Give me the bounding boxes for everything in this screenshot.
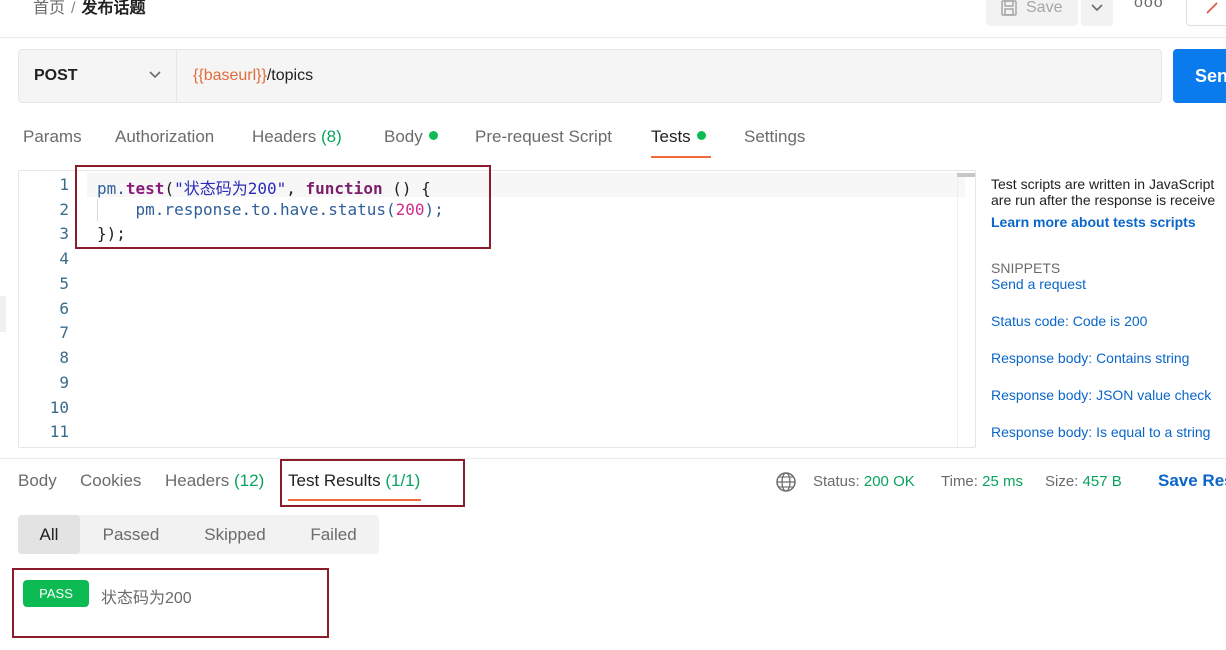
- method-select[interactable]: POST: [19, 50, 177, 102]
- line-number: 11: [49, 422, 69, 441]
- more-icon[interactable]: ooo: [1134, 0, 1164, 12]
- response-status[interactable]: Status: 200 OK: [813, 473, 915, 490]
- tab-params[interactable]: Params: [23, 127, 82, 147]
- tab-count: (12): [234, 471, 265, 490]
- edit-button[interactable]: [1186, 0, 1226, 26]
- tests-help-panel: Test scripts are written in JavaScript a…: [991, 176, 1226, 440]
- snippet-contains-string[interactable]: Response body: Contains string: [991, 350, 1226, 366]
- snippets-heading: SNIPPETS: [991, 260, 1061, 276]
- status-label: Status:: [813, 473, 860, 490]
- line-number: 1: [59, 175, 69, 194]
- url-variable: {{baseurl}}: [193, 67, 267, 84]
- breadcrumb-separator: /: [71, 0, 76, 17]
- breadcrumb-parent[interactable]: 首页: [33, 0, 65, 17]
- tab-label: Body: [18, 471, 57, 490]
- tab-label: Settings: [744, 127, 806, 146]
- tab-label: Headers: [165, 471, 230, 490]
- response-size[interactable]: Size: 457 B: [1045, 473, 1122, 490]
- save-response-button[interactable]: Save Res: [1158, 471, 1226, 491]
- help-description-2: are run after the response is receive: [991, 192, 1216, 208]
- snippet-send-request[interactable]: Send a request: [991, 276, 1226, 292]
- tab-label: Headers: [252, 127, 317, 146]
- filter-failed[interactable]: Failed: [288, 515, 379, 554]
- tab-body[interactable]: Body: [384, 127, 438, 147]
- response-time[interactable]: Time: 25 ms: [941, 473, 1023, 490]
- response-tab-headers[interactable]: Headers (12): [165, 471, 264, 491]
- tab-tests[interactable]: Tests: [651, 127, 706, 147]
- line-number: 10: [49, 398, 69, 417]
- url-input[interactable]: {{baseurl}}/topics: [193, 67, 313, 85]
- editor-scrollbar-track[interactable]: [957, 171, 958, 447]
- chevron-down-icon: [1091, 4, 1103, 12]
- save-icon: [1001, 0, 1017, 16]
- modified-dot: [696, 131, 706, 140]
- response-tab-body[interactable]: Body: [18, 471, 57, 491]
- response-tab-cookies[interactable]: Cookies: [80, 471, 141, 491]
- chevron-down-icon: [149, 71, 161, 79]
- annotation-box-test-results-tab: [280, 459, 465, 507]
- method-label: POST: [34, 67, 78, 84]
- top-bar: 首页 / 发布话题 Save ooo: [0, 0, 1226, 38]
- tab-settings[interactable]: Settings: [744, 127, 805, 147]
- snippet-json-value-check[interactable]: Response body: JSON value check: [991, 387, 1226, 403]
- filter-all[interactable]: All: [18, 515, 80, 554]
- time-value: 25 ms: [982, 473, 1023, 490]
- line-number: 3: [59, 224, 69, 243]
- help-description-1: Test scripts are written in JavaScript: [991, 176, 1215, 192]
- time-label: Time:: [941, 473, 978, 490]
- tab-pre-request-script[interactable]: Pre-request Script: [475, 127, 612, 147]
- test-results-filter: All Passed Skipped Failed: [18, 515, 379, 554]
- tab-label: Authorization: [115, 127, 215, 146]
- breadcrumb: 首页 / 发布话题: [33, 0, 145, 18]
- pen-icon: [1206, 2, 1218, 14]
- size-value: 457 B: [1082, 473, 1122, 490]
- snippet-status-code[interactable]: Status code: Code is 200: [991, 313, 1226, 329]
- size-label: Size:: [1045, 473, 1079, 490]
- save-label: Save: [1026, 0, 1063, 16]
- tab-count: (8): [321, 127, 342, 146]
- tab-label: Tests: [651, 127, 691, 146]
- line-number: 5: [59, 274, 69, 293]
- modified-dot: [428, 131, 438, 140]
- line-number: 2: [59, 200, 69, 219]
- line-number: 9: [59, 373, 69, 392]
- line-number: 8: [59, 348, 69, 367]
- breadcrumb-current: 发布话题: [81, 0, 146, 17]
- tab-label: Body: [384, 127, 423, 146]
- annotation-box-result: [12, 568, 329, 638]
- tab-authorization[interactable]: Authorization: [115, 127, 214, 147]
- tab-label: Params: [23, 127, 82, 146]
- annotation-box-code: [75, 165, 491, 249]
- save-button[interactable]: Save: [986, 0, 1078, 26]
- send-button[interactable]: Sen: [1173, 49, 1226, 103]
- status-value: 200 OK: [863, 473, 915, 490]
- line-number: 4: [59, 249, 69, 268]
- active-tab-indicator: [651, 156, 711, 158]
- line-number: 7: [59, 323, 69, 342]
- editor-scrollbar-thumb[interactable]: [957, 173, 975, 177]
- tab-label: Cookies: [80, 471, 142, 490]
- request-bar: POST {{baseurl}}/topics: [18, 49, 1162, 103]
- filter-skipped[interactable]: Skipped: [182, 515, 288, 554]
- snippet-equal-to-string[interactable]: Response body: Is equal to a string: [991, 424, 1226, 440]
- url-path: /topics: [266, 67, 314, 84]
- tab-label: Pre-request Script: [475, 127, 612, 146]
- learn-more-link[interactable]: Learn more about tests scripts: [991, 214, 1226, 230]
- globe-icon[interactable]: [775, 471, 797, 493]
- tab-headers[interactable]: Headers (8): [252, 127, 342, 147]
- line-number: 6: [59, 299, 69, 318]
- save-dropdown-button[interactable]: [1081, 0, 1113, 26]
- response-divider: [0, 458, 1226, 459]
- sidebar-edge: [0, 296, 6, 332]
- filter-passed[interactable]: Passed: [80, 515, 182, 554]
